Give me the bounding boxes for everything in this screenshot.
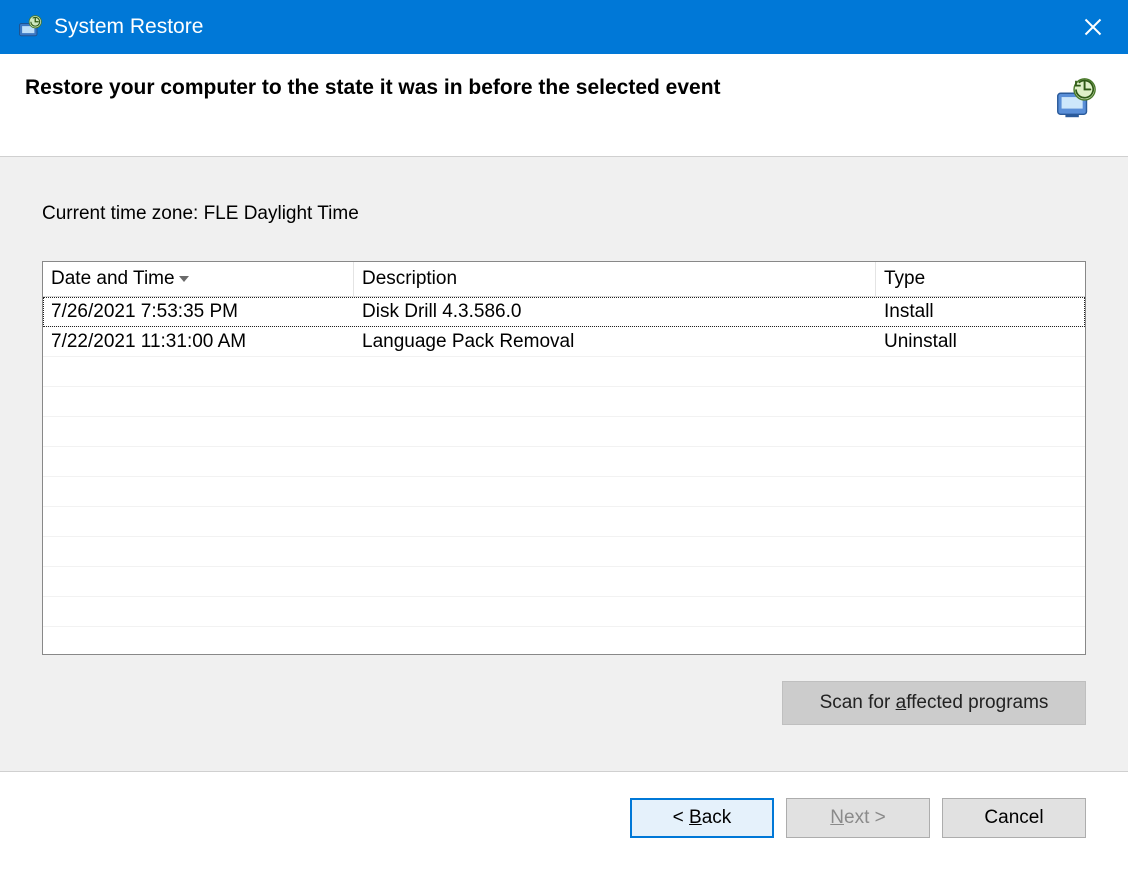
table-row[interactable]: 7/22/2021 11:31:00 AM Language Pack Remo…	[43, 327, 1085, 357]
table-row-empty	[43, 507, 1085, 537]
scan-affected-programs-button[interactable]: Scan for affected programs	[782, 681, 1086, 725]
table-row-empty	[43, 447, 1085, 477]
table-row-empty	[43, 417, 1085, 447]
system-restore-large-icon	[1052, 76, 1098, 122]
grid-header: Date and Time Description Type	[43, 262, 1085, 297]
close-button[interactable]	[1058, 0, 1128, 54]
table-row-empty	[43, 537, 1085, 567]
column-header-type[interactable]: Type	[876, 262, 1085, 296]
titlebar: System Restore	[0, 0, 1128, 54]
next-button[interactable]: Next >	[786, 798, 930, 838]
table-row-empty	[43, 387, 1085, 417]
column-header-description-label: Description	[362, 268, 457, 290]
cell-date: 7/22/2021 11:31:00 AM	[43, 327, 354, 356]
wizard-header: Restore your computer to the state it wa…	[0, 54, 1128, 157]
system-restore-icon	[16, 13, 44, 41]
restore-points-grid: Date and Time Description Type 7/26/2021…	[42, 261, 1086, 655]
table-row-empty	[43, 567, 1085, 597]
column-header-type-label: Type	[884, 268, 925, 290]
column-header-date-label: Date and Time	[51, 268, 175, 290]
column-header-description[interactable]: Description	[354, 262, 876, 296]
back-button[interactable]: < Back	[630, 798, 774, 838]
cell-date: 7/26/2021 7:53:35 PM	[43, 297, 354, 326]
timezone-label: Current time zone: FLE Daylight Time	[42, 203, 1086, 225]
cell-type: Install	[876, 297, 1085, 326]
sort-descending-icon	[179, 273, 189, 285]
grid-body: 7/26/2021 7:53:35 PM Disk Drill 4.3.586.…	[43, 297, 1085, 654]
page-heading: Restore your computer to the state it wa…	[25, 76, 721, 100]
cancel-button[interactable]: Cancel	[942, 798, 1086, 838]
cell-description: Disk Drill 4.3.586.0	[354, 297, 876, 326]
table-row-empty	[43, 477, 1085, 507]
wizard-body: Current time zone: FLE Daylight Time Dat…	[0, 157, 1128, 771]
cell-type: Uninstall	[876, 327, 1085, 356]
wizard-footer: < Back Next > Cancel	[0, 772, 1128, 838]
table-row-empty	[43, 357, 1085, 387]
table-row-empty	[43, 627, 1085, 656]
table-row-empty	[43, 597, 1085, 627]
column-header-date[interactable]: Date and Time	[43, 262, 354, 296]
cell-description: Language Pack Removal	[354, 327, 876, 356]
window-title: System Restore	[54, 15, 203, 39]
table-row[interactable]: 7/26/2021 7:53:35 PM Disk Drill 4.3.586.…	[43, 297, 1085, 327]
